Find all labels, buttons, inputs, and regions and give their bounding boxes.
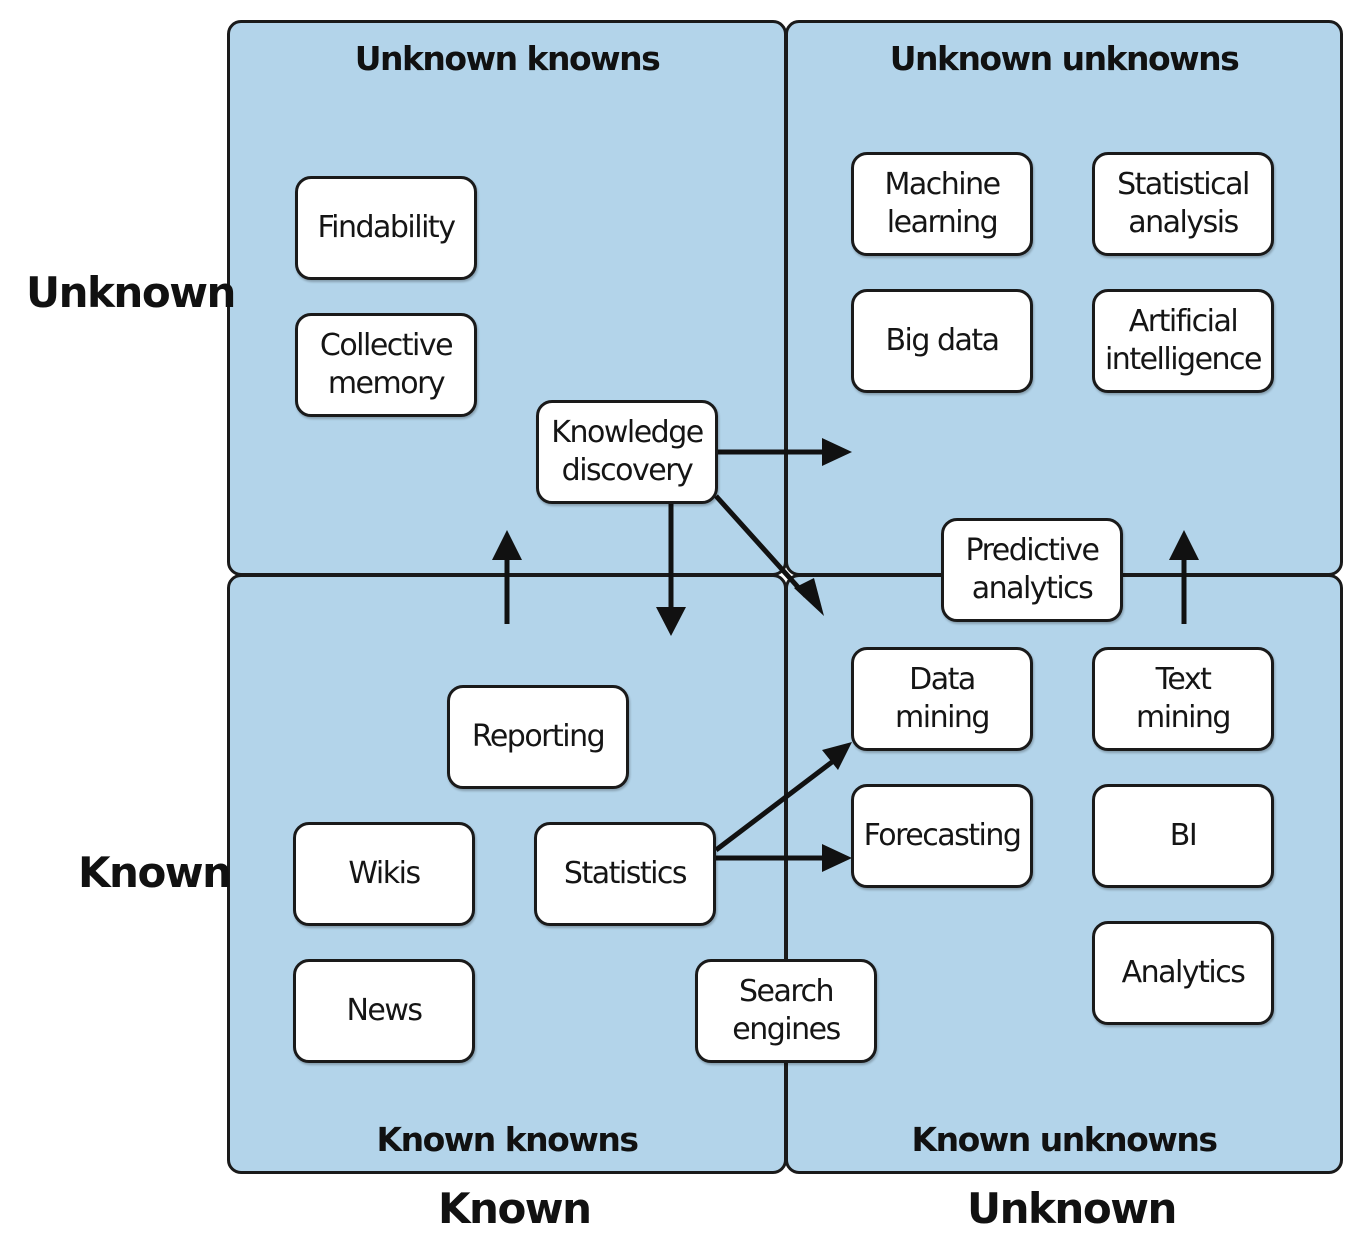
node-bi: BI bbox=[1092, 784, 1274, 888]
node-machine-learning: Machine learning bbox=[851, 152, 1033, 256]
node-findability: Findability bbox=[295, 176, 477, 280]
arrow-known-knowns-up-head bbox=[492, 530, 522, 560]
node-analytics: Analytics bbox=[1092, 921, 1274, 1025]
node-news: News bbox=[293, 959, 475, 1063]
node-collective-memory: Collective memory bbox=[295, 313, 477, 417]
node-artificial-intelligence: Artificial intelligence bbox=[1092, 289, 1274, 393]
node-wikis: Wikis bbox=[293, 822, 475, 926]
node-statistics: Statistics bbox=[534, 822, 716, 926]
node-statistical-analysis: Statistical analysis bbox=[1092, 152, 1274, 256]
arrow-kd-diagonal-head bbox=[794, 578, 824, 616]
node-text-mining: Text mining bbox=[1092, 647, 1274, 751]
node-big-data: Big data bbox=[851, 289, 1033, 393]
arrow-known-unknowns-up-head bbox=[1169, 530, 1199, 560]
node-knowledge-discovery: Knowledge discovery bbox=[536, 400, 718, 504]
node-predictive-analytics: Predictive analytics bbox=[941, 518, 1123, 622]
node-search-engines: Search engines bbox=[695, 959, 877, 1063]
arrow-kd-down-head bbox=[656, 607, 686, 636]
node-data-mining: Data mining bbox=[851, 647, 1033, 751]
arrow-kd-to-unknown-unknowns-head bbox=[822, 438, 852, 466]
node-forecasting: Forecasting bbox=[851, 784, 1033, 888]
arrow-statistics-to-forecasting-head bbox=[822, 844, 852, 872]
arrow-statistics-to-data-mining bbox=[714, 760, 834, 852]
arrow-kd-diagonal bbox=[714, 494, 808, 598]
node-reporting: Reporting bbox=[447, 685, 629, 789]
